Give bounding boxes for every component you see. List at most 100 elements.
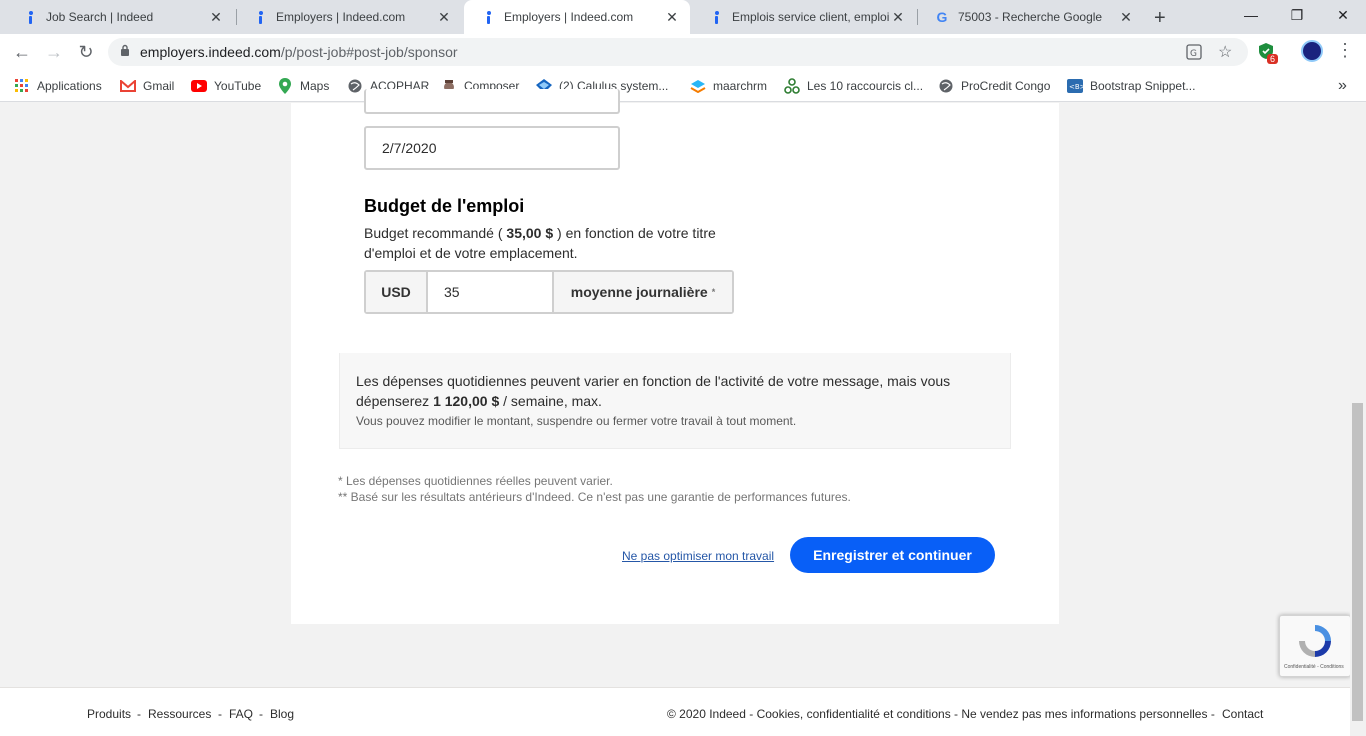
close-icon[interactable]: ✕ xyxy=(208,9,224,25)
url-text: employers.indeed.com/p/post-job#post-job… xyxy=(140,44,458,60)
address-bar[interactable]: employers.indeed.com/p/post-job#post-job… xyxy=(108,38,1248,66)
footer-separator: - xyxy=(259,707,263,721)
budget-amount-value: 35 xyxy=(444,284,460,300)
extension-shield-icon[interactable]: 6 xyxy=(1258,42,1279,64)
skip-optimization-link[interactable]: Ne pas optimiser mon travail xyxy=(622,549,774,563)
tab-title: Job Search | Indeed xyxy=(46,10,154,24)
bookmark-label: maarchrm xyxy=(713,79,768,93)
google-icon: G xyxy=(936,9,948,25)
spending-info-subtext: Vous pouvez modifier le montant, suspend… xyxy=(356,414,797,428)
footer-legal-text[interactable]: © 2020 Indeed - Cookies, confidentialité… xyxy=(667,707,1215,721)
scrollbar-thumb[interactable] xyxy=(1352,403,1363,721)
footer-link-faq[interactable]: FAQ xyxy=(229,707,253,721)
bookmarks-overflow-icon[interactable]: » xyxy=(1338,76,1347,96)
bookmark-raccourcis[interactable]: Les 10 raccourcis cl... xyxy=(784,76,923,96)
extension-badge: 6 xyxy=(1267,54,1279,64)
bookmark-youtube[interactable]: YouTube xyxy=(191,76,261,96)
bookmark-label: Maps xyxy=(300,79,330,93)
save-continue-button[interactable]: Enregistrer et continuer xyxy=(790,537,995,573)
footnote-1: * Les dépenses quotidiennes réelles peuv… xyxy=(338,474,613,488)
bookmarks-bar: Applications Gmail YouTube Maps ACOPHAR … xyxy=(0,70,1366,102)
page-content: 2/7/2020 Budget de l'emploi Budget recom… xyxy=(0,89,1351,736)
maarch-icon xyxy=(690,78,706,94)
profile-avatar[interactable] xyxy=(1301,40,1323,62)
close-icon[interactable]: ✕ xyxy=(890,9,906,25)
tab-employers-active[interactable]: Employers | Indeed.com ✕ xyxy=(464,0,690,34)
budget-amount-input[interactable]: 35 xyxy=(428,272,554,312)
tab-job-search[interactable]: Job Search | Indeed ✕ xyxy=(6,0,234,34)
budget-title: Budget de l'emploi xyxy=(364,196,525,216)
period-label: moyenne journalière * xyxy=(554,272,732,312)
tab-title: Employers | Indeed.com xyxy=(504,10,634,24)
new-tab-button[interactable]: + xyxy=(1154,7,1166,30)
browser-tab-strip: Job Search | Indeed ✕ Employers | Indeed… xyxy=(0,0,1366,34)
footer-link-blog[interactable]: Blog xyxy=(270,707,294,721)
bookmark-label: YouTube xyxy=(214,79,262,93)
spending-info-box: Les dépenses quotidiennes peuvent varier… xyxy=(339,353,1011,449)
close-icon[interactable]: ✕ xyxy=(1118,9,1134,25)
bookmark-label: Bootstrap Snippet... xyxy=(1090,79,1196,93)
star-icon[interactable]: ☆ xyxy=(1218,42,1232,62)
svg-text:<B>: <B> xyxy=(1069,83,1083,91)
lock-icon xyxy=(120,43,130,61)
svg-text:G: G xyxy=(1190,49,1197,59)
tab-title: 75003 - Recherche Google xyxy=(958,10,1103,24)
bookmark-label: Applications xyxy=(37,79,102,93)
reload-icon[interactable]: ↻ xyxy=(72,38,100,66)
date-value: 2/7/2020 xyxy=(382,140,437,156)
currency-label: USD xyxy=(366,272,428,312)
tab-google[interactable]: G 75003 - Recherche Google ✕ xyxy=(918,0,1144,34)
bookmark-label: ProCredit Congo xyxy=(961,79,1051,93)
bookmark-maps[interactable]: Maps xyxy=(277,76,329,96)
maps-icon xyxy=(277,78,293,94)
page-scrollbar[interactable] xyxy=(1350,103,1366,736)
back-icon[interactable]: ← xyxy=(8,38,36,66)
close-window-icon[interactable]: ✕ xyxy=(1320,0,1366,30)
forward-icon[interactable]: → xyxy=(40,38,68,66)
footer-separator: - xyxy=(137,707,141,721)
tab-employers-1[interactable]: Employers | Indeed.com ✕ xyxy=(236,0,462,34)
footer-separator: - xyxy=(218,707,222,721)
restore-icon[interactable]: ❐ xyxy=(1274,0,1320,30)
weekly-max: 1 120,00 $ xyxy=(433,393,500,409)
menu-kebab-icon[interactable]: ⋮ xyxy=(1336,40,1354,61)
spending-info-text: Les dépenses quotidiennes peuvent varier… xyxy=(356,373,951,409)
globe-icon xyxy=(347,78,363,94)
minimize-icon[interactable]: — xyxy=(1228,0,1274,30)
apps-grid-icon xyxy=(14,78,30,94)
budget-input-group: USD 35 moyenne journalière * xyxy=(364,270,734,314)
date-input[interactable]: 2/7/2020 xyxy=(364,126,620,170)
close-icon[interactable]: ✕ xyxy=(664,9,680,25)
footer: Produits - Ressources - FAQ - Blog © 202… xyxy=(0,687,1350,736)
globe-icon xyxy=(938,78,954,94)
recommended-budget: 35,00 $ xyxy=(506,225,554,241)
bootstrap-icon: <B> xyxy=(1067,78,1083,94)
tab-title: Employers | Indeed.com xyxy=(276,10,406,24)
tab-title: Emplois service client, emploi xyxy=(732,10,890,24)
gmail-icon xyxy=(120,78,136,94)
bookmark-procredit[interactable]: ProCredit Congo xyxy=(938,76,1050,96)
recaptcha-label: Confidentialité - Conditions xyxy=(1284,664,1344,670)
footer-link-produits[interactable]: Produits xyxy=(87,707,131,721)
footer-link-ressources[interactable]: Ressources xyxy=(148,707,211,721)
tab-emplois[interactable]: Emplois service client, emploi ✕ xyxy=(692,0,916,34)
budget-description: Budget recommandé ( 35,00 $ ) en fonctio… xyxy=(364,225,716,261)
footnote-2: ** Basé sur les résultats antérieurs d'I… xyxy=(338,490,851,504)
bookmark-applications[interactable]: Applications xyxy=(14,76,102,96)
translate-icon[interactable]: G xyxy=(1186,44,1202,65)
bookmark-bootstrap[interactable]: <B> Bootstrap Snippet... xyxy=(1067,76,1195,96)
bookmark-gmail[interactable]: Gmail xyxy=(120,76,174,96)
bookmark-label: Gmail xyxy=(143,79,175,93)
bookmark-maarchrm[interactable]: maarchrm xyxy=(690,76,767,96)
previous-field[interactable] xyxy=(364,89,620,114)
indeed-icon xyxy=(252,9,268,25)
shortcut-icon xyxy=(784,78,800,94)
recaptcha-badge[interactable]: Confidentialité - Conditions xyxy=(1279,615,1351,677)
indeed-icon xyxy=(22,9,38,25)
indeed-icon xyxy=(480,9,496,25)
footer-link-contact[interactable]: Contact xyxy=(1222,707,1263,721)
close-icon[interactable]: ✕ xyxy=(436,9,452,25)
youtube-icon xyxy=(191,78,207,94)
post-job-card: 2/7/2020 Budget de l'emploi Budget recom… xyxy=(291,89,1059,624)
browser-toolbar: ← → ↻ employers.indeed.com/p/post-job#po… xyxy=(0,34,1366,70)
